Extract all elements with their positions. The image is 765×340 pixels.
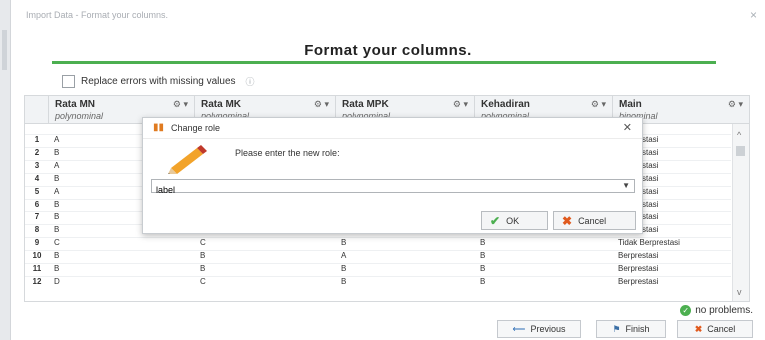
row-number: 2 — [34, 147, 40, 157]
dialog-cancel-button[interactable]: ✖ Cancel — [553, 211, 636, 230]
table-cell: Berprestasi — [618, 251, 659, 261]
dialog-title: Change role — [171, 123, 221, 133]
gear-dropdown-icon[interactable]: ⚙ ▾ — [728, 99, 743, 110]
dialog-cancel-label: Cancel — [578, 215, 607, 226]
check-icon: ✓ — [680, 305, 692, 316]
replace-errors-option[interactable]: Replace errors with missing values ⓘ — [62, 75, 255, 88]
ok-label: OK — [506, 215, 520, 226]
row-number: 6 — [34, 199, 40, 209]
status-indicator: ✓ no problems. — [680, 305, 753, 316]
window-left-strip — [0, 0, 11, 340]
replace-errors-label: Replace errors with missing values — [81, 76, 236, 87]
scroll-up-icon[interactable]: ^ — [737, 130, 741, 140]
checkmark-icon: ✔ — [490, 213, 501, 228]
table-cell: B — [200, 251, 206, 261]
table-cell: B — [341, 264, 347, 273]
table-cell: B — [480, 251, 486, 261]
gear-dropdown-icon[interactable]: ⚙ ▾ — [453, 99, 468, 110]
dialog-prompt: Please enter the new role: — [235, 148, 340, 158]
column-name: Kehadiran — [481, 99, 530, 110]
dialog-app-icon: ▮▮ — [153, 122, 165, 133]
column-name: Rata MN — [55, 99, 96, 110]
table-cell: Berprestasi — [618, 276, 659, 286]
row-number: 3 — [34, 160, 40, 170]
dialog-title-bar: ▮▮ Change role ✕ — [143, 118, 642, 139]
title-bar: Import Data - Format your columns. × — [10, 0, 765, 28]
row-number: 10 — [32, 251, 42, 261]
checkered-flag-icon: ⚑ — [612, 323, 621, 334]
table-cell: D — [54, 276, 60, 286]
row-number: 1 — [34, 135, 40, 144]
table-cell: B — [341, 238, 347, 248]
column-name: Main — [619, 99, 642, 110]
table-cell: C — [200, 238, 206, 248]
window-close-icon[interactable]: × — [750, 8, 757, 22]
table-cell: B — [54, 264, 60, 273]
scroll-down-icon[interactable]: v — [737, 287, 742, 297]
table-cell: C — [54, 238, 60, 248]
table-cell: B — [54, 251, 60, 261]
table-cell: B — [341, 276, 347, 286]
pencil-icon — [168, 145, 207, 174]
gear-dropdown-icon[interactable]: ⚙ ▾ — [591, 99, 606, 110]
table-cell: B — [200, 264, 206, 273]
row-number: 11 — [32, 264, 42, 273]
row-number: 9 — [34, 238, 40, 248]
previous-label: Previous — [530, 324, 566, 334]
row-number-header — [25, 96, 49, 124]
table-cell: B — [480, 238, 486, 248]
page-title: Format your columns. — [304, 42, 472, 59]
column-name: Rata MK — [201, 99, 242, 110]
table-cell: Berprestasi — [618, 264, 659, 273]
window-title: Import Data - Format your columns. — [26, 10, 169, 20]
row-number: 8 — [34, 225, 40, 235]
row-number: 12 — [32, 276, 42, 286]
status-text: no problems. — [695, 305, 753, 316]
chevron-down-icon[interactable]: ▼ — [622, 181, 630, 190]
gear-dropdown-icon[interactable]: ⚙ ▾ — [314, 99, 329, 110]
finish-label: Finish — [625, 324, 650, 334]
cancel-x-icon: ✖ — [694, 323, 703, 334]
strip-notch — [2, 30, 7, 70]
table-scrollbar[interactable]: ^ v — [732, 124, 749, 301]
scroll-thumb[interactable] — [736, 146, 745, 156]
replace-errors-checkbox[interactable] — [62, 75, 75, 88]
row-number: 4 — [34, 173, 40, 183]
role-combo[interactable]: ▼ — [151, 179, 635, 197]
finish-button[interactable]: ⚑ Finish — [596, 320, 666, 338]
cancel-button[interactable]: ✖ Cancel — [677, 320, 753, 338]
table-cell: B — [480, 276, 486, 286]
info-icon[interactable]: ⓘ — [246, 75, 255, 88]
arrow-left-icon: ⟵ — [512, 323, 526, 334]
row-number: 7 — [34, 212, 40, 222]
role-input[interactable] — [152, 183, 600, 197]
gear-dropdown-icon[interactable]: ⚙ ▾ — [173, 99, 188, 110]
ok-button[interactable]: ✔ OK — [481, 211, 548, 230]
table-cell: B — [480, 264, 486, 273]
table-cell: A — [341, 251, 347, 261]
change-role-dialog: ▮▮ Change role ✕ Please enter the new ro… — [142, 117, 643, 234]
table-cell: Tidak Berprestasi — [618, 238, 680, 248]
dialog-close-icon[interactable]: ✕ — [623, 121, 632, 134]
column-name: Rata MPK — [342, 99, 389, 110]
cancel-label: Cancel — [707, 324, 736, 334]
previous-button[interactable]: ⟵ Previous — [497, 320, 581, 338]
cancel-x-icon: ✖ — [562, 213, 573, 228]
title-underline — [52, 61, 716, 64]
row-number: 5 — [34, 186, 40, 196]
table-cell: C — [200, 276, 206, 286]
